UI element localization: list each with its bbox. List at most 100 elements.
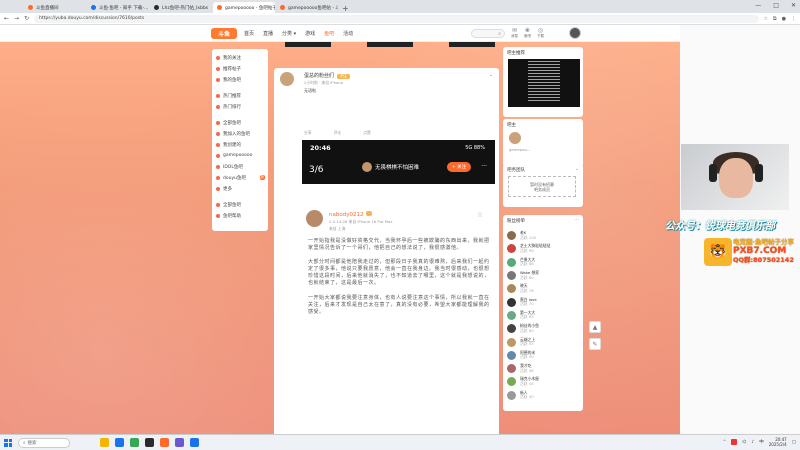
fan-row[interactable]: 芝士大狗哒哒哒哒 活跃 99 (507, 242, 581, 255)
taskbar-app-icon[interactable] (130, 438, 139, 447)
fan-row[interactable]: 瑞克小木屋 活跃 45 (507, 375, 581, 388)
post-action[interactable]: 评论 (334, 130, 342, 136)
sidebar-item[interactable]: 热门推荐 (212, 90, 268, 101)
taskbar-app-icon[interactable] (115, 438, 124, 447)
sidebar-item[interactable]: 推荐帖子 (212, 63, 268, 74)
windows-start-icon[interactable] (4, 438, 12, 447)
sidebar-item[interactable]: gamepooooo (212, 150, 268, 161)
header-icon-button[interactable]: ❀ 鱼吧 (524, 27, 531, 39)
nav-item[interactable]: 分类 ▾ (282, 30, 296, 37)
edit-icon[interactable]: ✎ (589, 338, 601, 350)
back-icon[interactable]: ← (4, 15, 9, 22)
url-field[interactable]: https://yuba.douyu.com/discussion/7610/p… (34, 14, 759, 23)
user-avatar[interactable] (569, 27, 581, 39)
header-search[interactable]: ⌕ (471, 29, 505, 38)
sidebar-item[interactable]: 我的关注 (212, 52, 268, 63)
browser-tab[interactable]: 斗鱼·鱼吧 - 知乎 下载-… (87, 2, 149, 13)
sidebar-item[interactable]: 更多 (212, 183, 268, 194)
notification-icon[interactable]: ▢ (792, 440, 796, 445)
sidebar-item[interactable]: 我的鱼吧 (212, 74, 268, 85)
volume-icon[interactable]: ♪ (751, 440, 754, 445)
fan-row[interactable]: 黑白 love 活跃 70 (507, 295, 581, 308)
post-action[interactable]: 分享 (304, 130, 312, 136)
sidebar-item[interactable]: 热门排行 (212, 101, 268, 112)
fan-row[interactable]: 老K 活跃 100 (507, 229, 581, 242)
clock[interactable]: 20:47 2025/2/4 (769, 437, 787, 447)
network-icon[interactable]: ⌬ (742, 440, 746, 445)
fan-row[interactable]: 粉丝的小鱼 活跃 60 (507, 322, 581, 335)
nav-item[interactable]: 活动 (343, 30, 353, 37)
new-tab-button[interactable]: + (342, 4, 349, 13)
taskbar-app-icon[interactable] (145, 438, 154, 447)
tray-app-icon[interactable] (731, 439, 738, 445)
sidebar-item[interactable]: 我创建的 (212, 139, 268, 150)
fan-info: 云端之上 活跃 55 (520, 337, 535, 347)
chevron-up-icon[interactable]: ⌃ (723, 440, 727, 445)
taskbar-app-icon[interactable] (190, 438, 199, 447)
close-icon[interactable]: ✕ (791, 2, 796, 9)
sidebar-item[interactable]: 全部鱼吧 (212, 117, 268, 128)
minimize-icon[interactable]: — (755, 2, 761, 9)
sidebar-item-label: 我加入的鱼吧 (223, 131, 250, 137)
back-to-top-icon[interactable]: ▲ (589, 321, 601, 333)
fan-row[interactable]: 第一大大 活跃 65 (507, 309, 581, 322)
search-icon[interactable]: ⌕ (498, 31, 501, 37)
sidebar-item[interactable]: 全部鱼吧 (212, 199, 268, 210)
fan-row[interactable]: Woke 想家 活跃 80 (507, 269, 581, 282)
profile-icon[interactable]: ● (782, 16, 786, 22)
recommend-image[interactable] (508, 59, 580, 107)
menu-icon[interactable]: ⋮ (791, 16, 796, 22)
post-action[interactable]: 点赞 (363, 130, 371, 136)
extension-icon[interactable]: ⧉ (773, 16, 777, 22)
nav-item[interactable]: 游戏 (305, 30, 315, 37)
sidebar-item-label: 鱼吧帮助 (223, 213, 241, 219)
sidebar-item[interactable]: 鱼吧帮助 (212, 210, 268, 221)
fan-row[interactable]: 芒果大大 活跃 88 (507, 256, 581, 269)
owner-name[interactable]: gamepoo... (509, 147, 530, 152)
sidebar-item[interactable]: douyu鱼吧 新 (212, 172, 268, 183)
post-image[interactable]: 20:46 5G 88% 3/6 无畏棋棋不怕困难 + 关注 ··· nabod… (302, 140, 495, 434)
nav-item[interactable]: 首页 (244, 30, 254, 37)
chevron-down-icon[interactable]: ⌄ (575, 166, 579, 172)
fan-row[interactable]: 云端之上 活跃 55 (507, 335, 581, 348)
reload-icon[interactable]: ↻ (24, 15, 29, 22)
header-icon-button[interactable]: ◎ 下载 (537, 27, 544, 39)
fan-row[interactable]: 我才吃 活跃 48 (507, 362, 581, 375)
sidebar-item-label: 全部鱼吧 (223, 202, 241, 208)
fan-avatar (507, 310, 516, 320)
browser-tab[interactable]: Lhz鱼吧-热门帖_Ixbbs (150, 2, 212, 13)
taskbar-app-icon[interactable] (175, 438, 184, 447)
fans-card: 粉丝榜单 ··· 老K 活跃 100 芝士大狗哒哒哒哒 活跃 99 芒果大大 活跃 88 W… (503, 215, 583, 411)
sidebar-item[interactable]: 我加入的鱼吧 (212, 128, 268, 139)
fan-info: 瑞克小木屋 活跃 45 (520, 377, 539, 386)
star-icon[interactable]: ☆ (764, 16, 768, 22)
site-logo[interactable]: 斗鱼 (211, 28, 237, 39)
forward-icon[interactable]: → (14, 15, 19, 22)
maximize-icon[interactable]: □ (773, 2, 779, 9)
fan-row[interactable]: 新人 活跃 40 (507, 389, 581, 402)
more-icon[interactable]: ··· (574, 217, 579, 223)
nav-item[interactable]: 直播 (263, 30, 273, 37)
taskbar-search[interactable]: ⌕ 搜索 (18, 437, 70, 448)
browser-tab[interactable]: gamepooooo - 鱼吧帖子 … (213, 2, 275, 13)
team-empty: 暂时没有招募 吧务成员 (508, 176, 576, 197)
level-badge-icon (366, 211, 373, 216)
fan-sub: 活跃 45 (520, 380, 534, 386)
page: 斗鱼 首页 直播 分类 ▾ 游戏 鱼吧 活动 ⌕ ✉ 消息 ❀ 鱼吧 ◎ 下载 我的关注 推荐帖子 我的… (0, 25, 680, 434)
image-counter: 3/6 (309, 165, 324, 175)
sidebar-item[interactable]: IDOL鱼吧 (212, 161, 268, 172)
nav-item[interactable]: 鱼吧 (324, 30, 334, 37)
browser-tab[interactable]: 斗鱼直播间 (24, 2, 86, 13)
header-icon-button[interactable]: ✉ 消息 (511, 27, 518, 39)
fan-row[interactable]: 阿德的米 活跃 50 (507, 349, 581, 362)
taskbar-app-icon[interactable] (160, 438, 169, 447)
owner-avatar[interactable] (509, 132, 521, 144)
sidebar-dot-icon (216, 153, 220, 158)
author-name[interactable]: 蛋总的粉丝们 吧主 (304, 72, 351, 79)
chevron-down-icon[interactable]: ⌄ (489, 72, 493, 78)
fan-row[interactable]: 晓天 活跃 76 (507, 282, 581, 295)
input-language[interactable]: 中 (759, 439, 764, 445)
taskbar-app-icon[interactable] (100, 438, 109, 447)
browser-tab[interactable]: gamepooooo鱼吧帖 - 斗鱼直播 … (276, 2, 338, 13)
author-avatar[interactable] (280, 72, 294, 86)
